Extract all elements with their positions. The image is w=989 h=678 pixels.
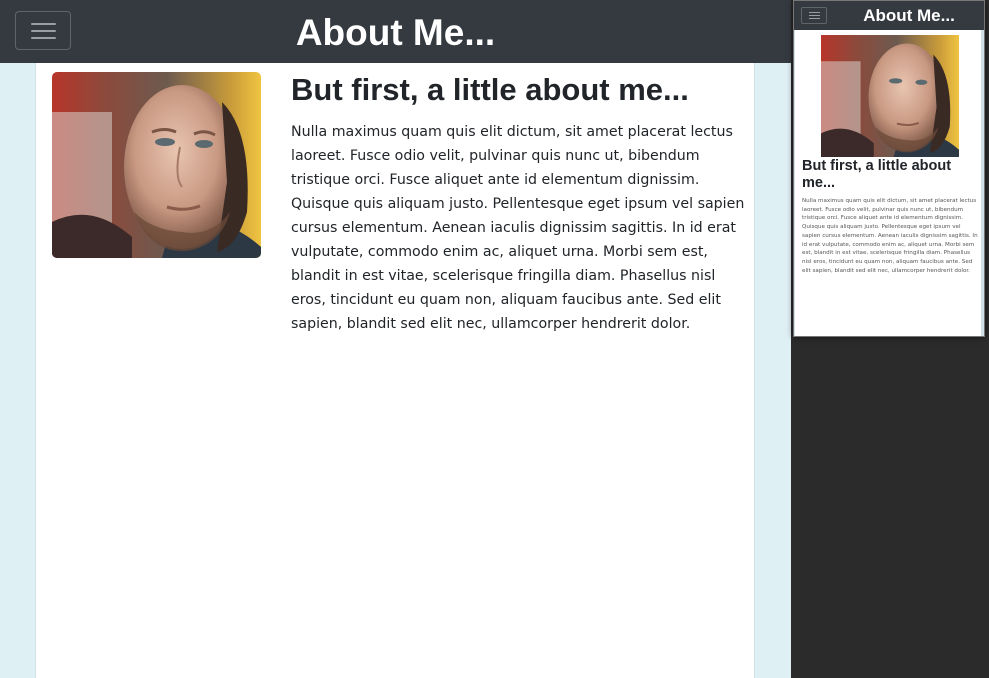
mobile-preview: About Me... But first, a little about me… [793,0,985,337]
main-view: About Me... But first, a little about me… [0,0,791,678]
mobile-portrait-image [821,35,959,157]
portrait-image [52,72,261,258]
navbar: About Me... [0,0,791,63]
section-heading: But first, a little about me... [291,72,689,107]
mobile-about-paragraph: Nulla maximus quam quis elit dictum, sit… [802,198,978,274]
mobile-navbar: About Me... [794,1,984,30]
mobile-navbar-toggle-button[interactable] [801,7,827,24]
mobile-section-heading: But first, a little about me... [802,158,952,191]
about-paragraph: Nulla maximus quam quis elit dictum, sit… [291,124,745,332]
mobile-navbar-brand[interactable]: About Me... [834,6,984,26]
content-container: But first, a little about me... Nulla ma… [35,63,755,678]
navbar-brand[interactable]: About Me... [0,10,791,56]
mobile-content-container: But first, a little about me... Nulla ma… [794,30,984,336]
